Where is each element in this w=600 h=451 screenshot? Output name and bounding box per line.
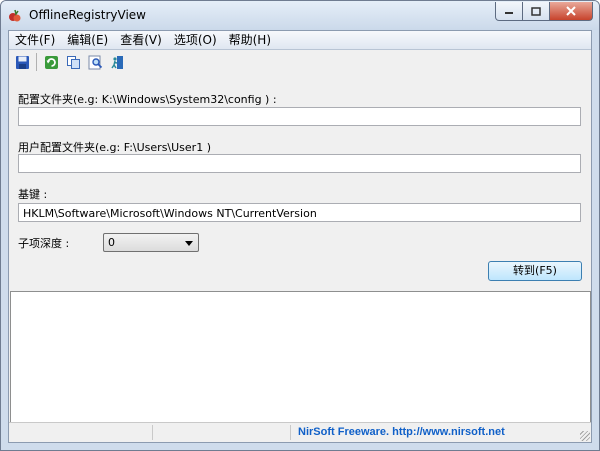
exit-button[interactable] <box>108 53 126 71</box>
toolbar-separator <box>36 53 37 71</box>
menu-options[interactable]: 选项(O) <box>168 31 223 49</box>
window-title: OfflineRegistryView <box>29 8 146 22</box>
user-profile-label: 用户配置文件夹(e.g: F:\Users\User1 ) <box>18 141 211 154</box>
menu-view[interactable]: 查看(V) <box>114 31 168 49</box>
refresh-icon <box>44 55 58 69</box>
user-profile-input[interactable] <box>18 154 581 173</box>
menu-file[interactable]: 文件(F) <box>9 31 61 49</box>
results-pane[interactable] <box>10 291 591 424</box>
save-button[interactable] <box>13 53 31 71</box>
caption-buttons <box>495 2 593 21</box>
resize-grip-icon[interactable] <box>580 431 590 441</box>
exit-icon <box>110 55 123 69</box>
find-button[interactable] <box>86 53 104 71</box>
config-folder-label: 配置文件夹(e.g: K:\Windows\System32\config ) … <box>18 93 277 106</box>
minimize-icon <box>505 12 513 14</box>
close-button[interactable] <box>550 2 593 21</box>
base-key-label: 基键 : <box>18 188 48 201</box>
minimize-button[interactable] <box>495 2 523 21</box>
client-area: 文件(F) 编辑(E) 查看(V) 选项(O) 帮助(H) 配置文件夹(e.g:… <box>8 30 592 443</box>
maximize-icon <box>531 6 541 16</box>
menu-edit[interactable]: 编辑(E) <box>61 31 114 49</box>
subkey-depth-select[interactable]: 0 <box>103 233 199 252</box>
find-icon <box>88 55 102 69</box>
save-icon <box>15 55 29 69</box>
status-pane-divider <box>290 425 291 440</box>
app-icon <box>9 9 21 22</box>
copy-button[interactable] <box>64 53 82 71</box>
menu-bar: 文件(F) 编辑(E) 查看(V) 选项(O) 帮助(H) <box>9 31 591 50</box>
status-bar: NirSoft Freeware. http://www.nirsoft.net <box>9 422 591 442</box>
close-icon <box>566 6 576 16</box>
copy-icon <box>66 55 80 69</box>
maximize-button[interactable] <box>523 2 550 21</box>
title-bar[interactable]: OfflineRegistryView <box>1 1 599 30</box>
app-window: OfflineRegistryView 文件(F) 编辑(E) 查看(V) 选项… <box>0 0 600 451</box>
goto-button[interactable]: 转到(F5) <box>488 261 582 281</box>
subkey-depth-label: 子项深度 : <box>18 237 70 250</box>
nirsoft-link[interactable]: NirSoft Freeware. http://www.nirsoft.net <box>298 426 505 438</box>
chevron-down-icon <box>185 241 193 246</box>
base-key-input[interactable]: HKLM\Software\Microsoft\Windows NT\Curre… <box>18 203 581 222</box>
status-pane-divider <box>152 425 153 440</box>
toolbar <box>9 50 591 74</box>
refresh-button[interactable] <box>42 53 60 71</box>
menu-help[interactable]: 帮助(H) <box>223 31 277 49</box>
subkey-depth-value: 0 <box>108 236 115 249</box>
config-folder-input[interactable] <box>18 107 581 126</box>
